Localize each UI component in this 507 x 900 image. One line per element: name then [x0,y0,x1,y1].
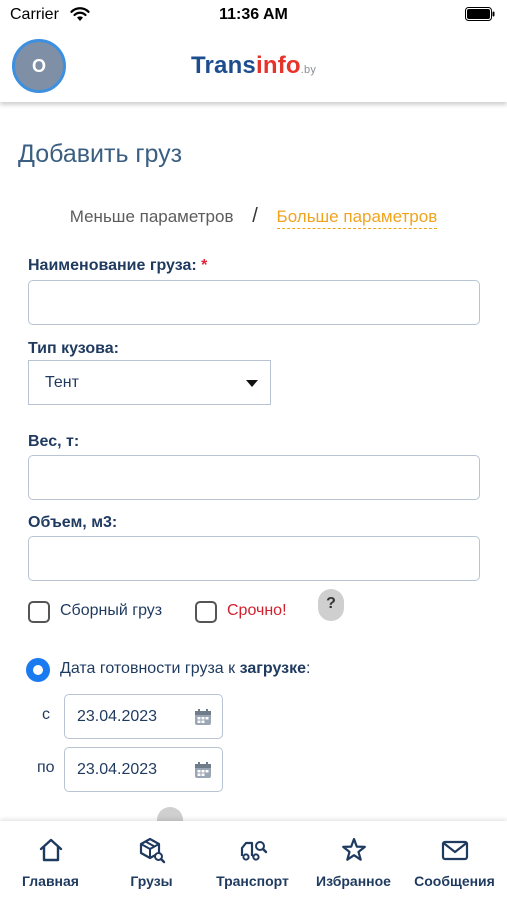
help-icon-partial[interactable] [157,807,183,821]
page-title: Добавить груз [18,140,183,168]
combined-cargo-label[interactable]: Сборный груз [60,602,162,620]
date-ready-label-bold: загрузке [239,660,306,677]
tab-home[interactable]: Главная [0,821,101,900]
less-params-link[interactable]: Меньше параметров [70,207,234,226]
cargo-name-input[interactable] [28,280,480,325]
weight-label: Вес, т: [28,433,80,450]
help-icon[interactable]: ? [318,589,344,621]
tab-favorites[interactable]: Избранное [303,821,404,900]
transinfo-logo[interactable]: Transinfo.by [0,52,507,80]
combined-cargo-checkbox[interactable] [28,601,50,623]
home-icon [39,838,62,862]
cargo-search-icon [139,837,165,864]
tab-transport[interactable]: Транспорт [202,821,303,900]
battery-icon [465,7,495,21]
tab-cargo-label: Грузы [130,873,173,889]
date-from-input[interactable]: 23.04.2023 [64,694,223,739]
caret-down-icon [246,380,258,387]
date-from-value: 23.04.2023 [77,708,158,725]
logo-text-info: info [255,52,301,79]
date-ready-label-suffix: : [306,660,311,677]
body-type-value: Тент [45,374,79,391]
more-params-link[interactable]: Больше параметров [276,207,438,229]
date-ready-label[interactable]: Дата готовности груза к загрузке: [60,660,310,678]
body-type-label: Тип кузова: [28,340,119,357]
required-mark: * [201,257,208,274]
params-switch: Меньше параметров / Больше параметров [0,205,507,229]
help-icon-label: ? [326,595,336,612]
date-ready-radio[interactable] [26,658,50,682]
params-separator: / [252,205,258,227]
volume-input[interactable] [28,536,480,581]
date-ready-label-prefix: Дата готовности груза к [60,660,240,677]
calendar-icon[interactable] [194,708,212,726]
tab-messages-label: Сообщения [414,873,495,889]
tab-home-label: Главная [22,873,79,889]
calendar-icon[interactable] [194,761,212,779]
tab-favorites-label: Избранное [316,873,391,889]
date-to-prefix: по [37,759,55,776]
tab-transport-label: Транспорт [216,873,289,889]
app-header: O Transinfo.by [0,30,507,102]
cargo-name-label: Наименование груза: * [28,257,207,275]
body-type-select[interactable]: Тент [28,360,271,405]
bottom-tab-bar: Главная Грузы Транспорт Избранное Сообще… [0,821,507,900]
clock: 11:36 AM [219,6,288,23]
weight-input[interactable] [28,455,480,500]
truck-search-icon [240,841,267,861]
star-icon [341,837,366,861]
volume-label: Объем, м3: [28,514,118,531]
cargo-name-label-text: Наименование груза: [28,257,197,274]
tab-messages[interactable]: Сообщения [404,821,505,900]
urgent-label[interactable]: Срочно! [227,602,287,620]
date-from-prefix: с [42,706,50,723]
urgent-checkbox[interactable] [195,601,217,623]
logo-text-trans: Trans [190,52,256,79]
logo-text-domain: .by [300,64,317,76]
tab-cargo[interactable]: Грузы [101,821,202,900]
date-to-value: 23.04.2023 [77,761,158,778]
status-bar: Carrier 11:36 AM [0,0,507,30]
date-to-input[interactable]: 23.04.2023 [64,747,223,792]
envelope-icon [441,840,468,861]
